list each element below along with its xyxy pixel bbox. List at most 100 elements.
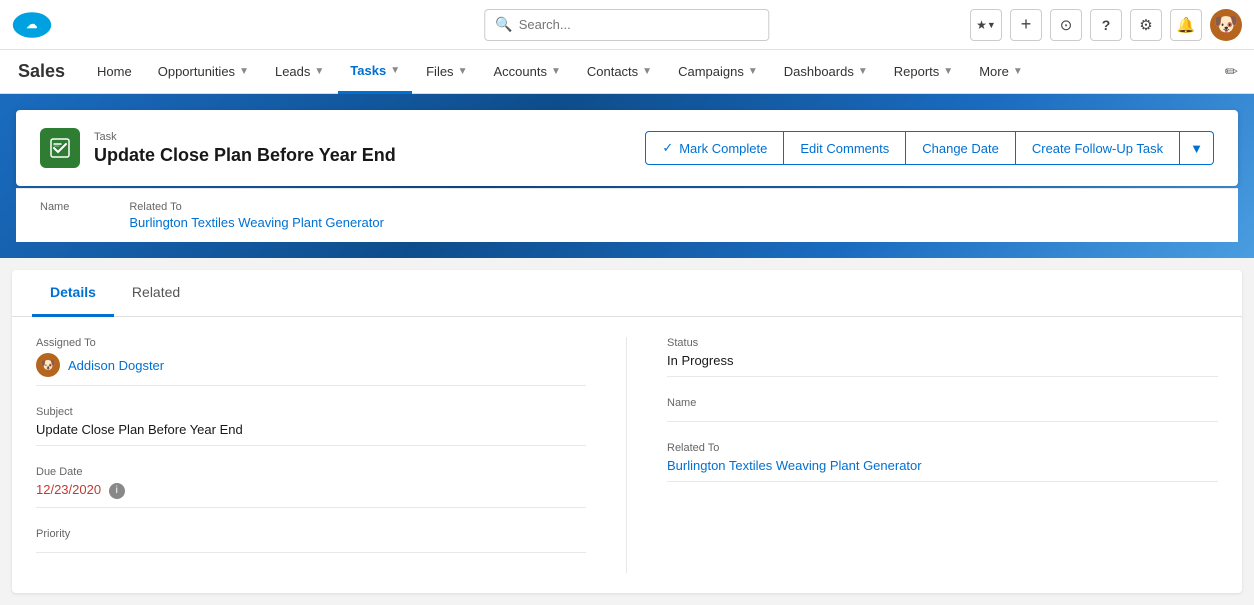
status-field: Status In Progress (667, 337, 1218, 377)
svg-text:☁: ☁ (26, 19, 37, 31)
task-object-label: Task (94, 131, 396, 143)
subject-field: Subject Update Close Plan Before Year En… (36, 406, 586, 446)
add-button[interactable]: + (1010, 9, 1042, 41)
nav-item-opportunities[interactable]: Opportunities ▼ (146, 50, 261, 94)
nav-item-home[interactable]: Home (85, 50, 144, 94)
nav-item-files[interactable]: Files ▼ (414, 50, 479, 94)
change-date-label: Change Date (922, 141, 999, 156)
assigned-to-field: Assigned To 🐶 Addison Dogster (36, 337, 586, 386)
name-related-row: Name Related To Burlington Textiles Weav… (16, 188, 1238, 242)
due-date-field: Due Date 12/23/2020 i (36, 466, 586, 508)
nav-item-reports[interactable]: Reports ▼ (882, 50, 965, 94)
priority-label: Priority (36, 528, 586, 540)
name-field-label: Name (40, 201, 69, 213)
subject-value: Update Close Plan Before Year End (36, 422, 586, 446)
related-to-field: Related To Burlington Textiles Weaving P… (129, 201, 384, 230)
app-name: Sales (10, 61, 73, 82)
task-meta: Task Update Close Plan Before Year End (94, 131, 396, 166)
search-icon: 🔍 (495, 16, 512, 33)
setup-button[interactable]: ⚙ (1130, 9, 1162, 41)
chevron-down-icon: ▼ (642, 66, 652, 77)
chevron-down-icon: ▼ (987, 20, 996, 30)
edit-comments-button[interactable]: Edit Comments (784, 131, 906, 165)
nav-label-opportunities: Opportunities (158, 64, 235, 79)
chevron-down-icon: ▼ (551, 66, 561, 77)
related-to-link[interactable]: Burlington Textiles Weaving Plant Genera… (129, 215, 384, 230)
search-bar: 🔍 (484, 9, 769, 41)
assigned-to-link[interactable]: Addison Dogster (68, 358, 164, 373)
due-date-value: 12/23/2020 i (36, 482, 586, 508)
task-header-section: Task Update Close Plan Before Year End ✓… (0, 94, 1254, 258)
related-to-field-label: Related To (129, 201, 384, 213)
due-date-label: Due Date (36, 466, 586, 478)
right-related-to-value: Burlington Textiles Weaving Plant Genera… (667, 458, 1218, 482)
nav-item-leads[interactable]: Leads ▼ (263, 50, 336, 94)
right-related-to-link[interactable]: Burlington Textiles Weaving Plant Genera… (667, 458, 922, 473)
details-right-col: Status In Progress Name Related To Burli… (627, 337, 1218, 573)
details-left-col: Assigned To 🐶 Addison Dogster Subject Up… (36, 337, 627, 573)
subject-label: Subject (36, 406, 586, 418)
chevron-down-icon: ▼ (390, 65, 400, 76)
top-bar: ☁ 🔍 ★ ▼ + ⊙ ? ⚙ 🔔 🐶 (0, 0, 1254, 50)
nav-label-files: Files (426, 64, 453, 79)
priority-field: Priority (36, 528, 586, 553)
nav-edit-icon[interactable]: ✏ (1219, 62, 1244, 82)
right-related-to-label: Related To (667, 442, 1218, 454)
name-field: Name (40, 201, 69, 230)
nav-item-dashboards[interactable]: Dashboards ▼ (772, 50, 880, 94)
right-related-to-field: Related To Burlington Textiles Weaving P… (667, 442, 1218, 482)
change-date-button[interactable]: Change Date (906, 131, 1016, 165)
nav-label-more: More (979, 64, 1009, 79)
top-icons: ★ ▼ + ⊙ ? ⚙ 🔔 🐶 (970, 9, 1242, 41)
nav-label-dashboards: Dashboards (784, 64, 854, 79)
assigned-to-label: Assigned To (36, 337, 586, 349)
mark-complete-button[interactable]: ✓ Mark Complete (645, 131, 784, 165)
priority-value (36, 544, 586, 553)
nav-item-contacts[interactable]: Contacts ▼ (575, 50, 664, 94)
chevron-down-icon: ▼ (748, 66, 758, 77)
mark-complete-label: Mark Complete (679, 141, 767, 156)
nav-label-home: Home (97, 64, 132, 79)
create-followup-button[interactable]: Create Follow-Up Task (1016, 131, 1180, 165)
chevron-down-icon: ▼ (458, 66, 468, 77)
salesforce-logo[interactable]: ☁ (12, 11, 52, 39)
chevron-down-icon: ▼ (314, 66, 324, 77)
nav-item-tasks[interactable]: Tasks ▼ (338, 50, 412, 94)
avatar[interactable]: 🐶 (1210, 9, 1242, 41)
nav-label-contacts: Contacts (587, 64, 638, 79)
status-value: In Progress (667, 353, 1218, 377)
tab-details[interactable]: Details (32, 270, 114, 317)
global-actions-button[interactable]: ⊙ (1050, 9, 1082, 41)
right-name-value (667, 413, 1218, 422)
nav-item-campaigns[interactable]: Campaigns ▼ (666, 50, 770, 94)
actions-dropdown-button[interactable]: ▼ (1180, 131, 1214, 165)
nav-item-more[interactable]: More ▼ (967, 50, 1035, 94)
nav-label-reports: Reports (894, 64, 940, 79)
chevron-down-icon: ▼ (1190, 141, 1203, 156)
status-label: Status (667, 337, 1218, 349)
search-input[interactable] (519, 17, 759, 32)
favorites-button[interactable]: ★ ▼ (970, 9, 1002, 41)
right-name-field: Name (667, 397, 1218, 422)
nav-label-campaigns: Campaigns (678, 64, 744, 79)
task-left: Task Update Close Plan Before Year End (40, 128, 396, 168)
chevron-down-icon: ▼ (1013, 66, 1023, 77)
task-object-icon (40, 128, 80, 168)
task-actions: ✓ Mark Complete Edit Comments Change Dat… (645, 131, 1214, 165)
checkmark-icon: ✓ (662, 140, 673, 156)
nav-item-accounts[interactable]: Accounts ▼ (481, 50, 572, 94)
task-title: Update Close Plan Before Year End (94, 145, 396, 166)
due-date-info-icon[interactable]: i (109, 483, 125, 499)
notifications-button[interactable]: 🔔 (1170, 9, 1202, 41)
nav-bar: Sales Home Opportunities ▼ Leads ▼ Tasks… (0, 50, 1254, 94)
assigned-avatar: 🐶 (36, 353, 60, 377)
right-name-label: Name (667, 397, 1218, 409)
chevron-down-icon: ▼ (943, 66, 953, 77)
nav-label-tasks: Tasks (350, 63, 386, 78)
nav-label-leads: Leads (275, 64, 310, 79)
details-tabs: Details Related (12, 270, 1242, 317)
tab-related[interactable]: Related (114, 270, 198, 317)
help-button[interactable]: ? (1090, 9, 1122, 41)
task-checkmark-icon (49, 137, 71, 159)
details-section: Details Related Assigned To 🐶 Addison Do… (12, 270, 1242, 593)
